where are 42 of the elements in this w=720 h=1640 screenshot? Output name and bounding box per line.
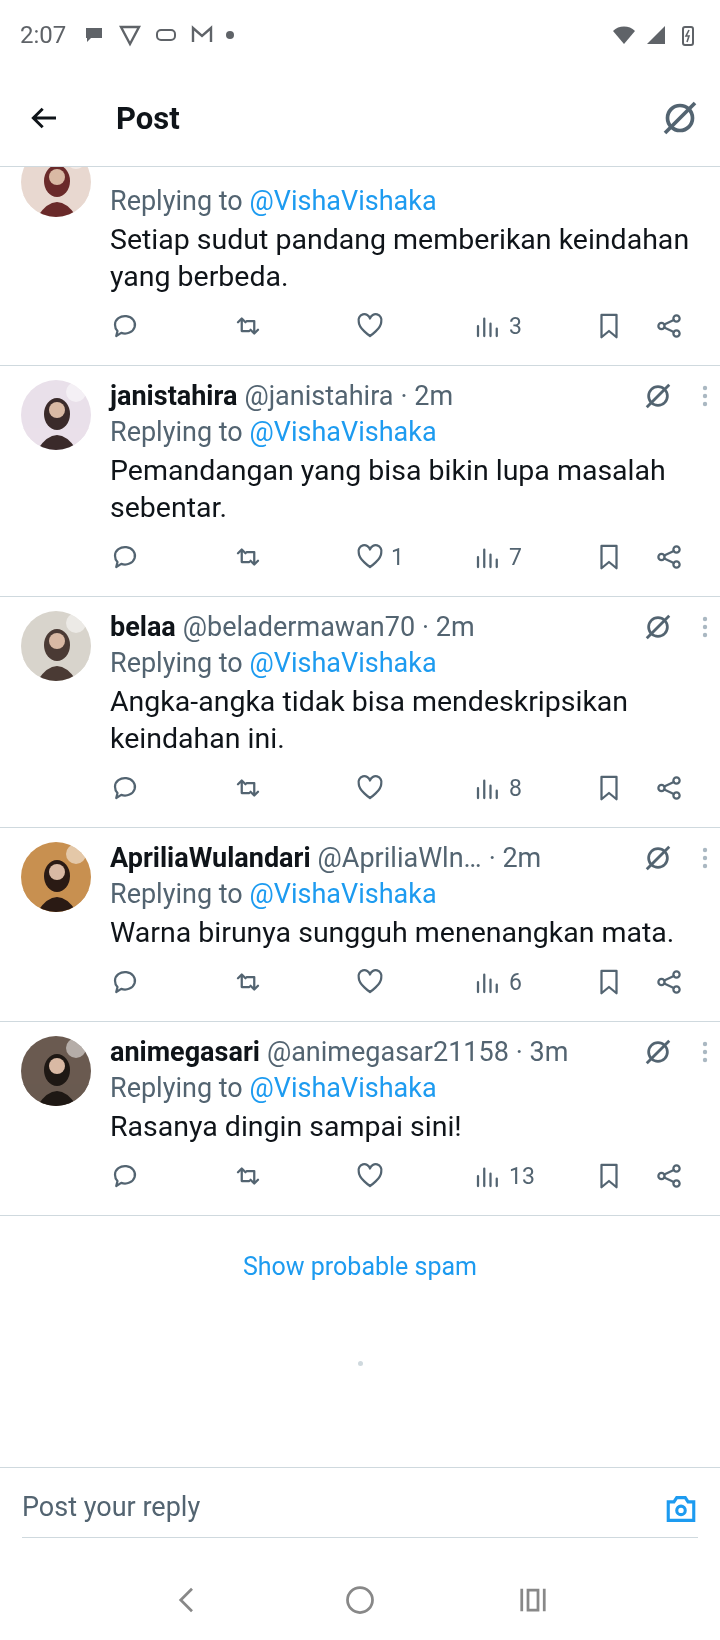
reply-text: Setiap sudut pandang memberikan keindahan yang berbeda. — [110, 222, 691, 295]
display-name[interactable]: janistahira — [110, 380, 238, 412]
slashed-circle-icon[interactable] — [643, 612, 673, 642]
like-count: 1 — [391, 543, 404, 571]
user-handle[interactable]: @janistahira — [244, 380, 394, 412]
view-count: 3 — [509, 312, 522, 340]
replying-to-text: Replying to @VishaVishaka — [110, 415, 438, 450]
reply-text: Angka-angka tidak bisa mendeskripsikan keindahan ini. — [110, 684, 630, 757]
user-handle[interactable]: @ApriliaWln… — [317, 842, 482, 874]
view-count: 8 — [509, 774, 522, 802]
post-time: · 2m — [400, 380, 454, 412]
slashed-circle-icon[interactable] — [643, 1037, 673, 1067]
replying-to-text: Replying to @VishaVishaka — [110, 646, 438, 681]
reply-text: Rasanya dingin sampai sini! — [110, 1109, 463, 1145]
replying-to-text: Replying to @VishaVishaka — [110, 184, 438, 219]
user-handle[interactable]: @animegasar21158 — [266, 1036, 509, 1068]
status-time: 2:07 — [20, 21, 67, 49]
reply-text: Pemandangan yang bisa bikin lupa masalah sebentar. — [110, 453, 667, 526]
display-name[interactable]: ApriliaWulandari — [110, 842, 311, 874]
page-title: Post — [116, 99, 180, 137]
share-icon[interactable] — [654, 773, 684, 803]
display-name[interactable]: belaa — [110, 611, 176, 643]
slashed-circle-icon[interactable] — [643, 843, 673, 873]
share-icon[interactable] — [654, 542, 684, 572]
share-icon[interactable] — [654, 311, 684, 341]
home-nav-icon[interactable] — [345, 1585, 375, 1615]
reply-text: Warna birunya sungguh menenangkan mata. — [110, 915, 676, 951]
view-count: 7 — [509, 543, 522, 571]
post-time: · 2m — [488, 842, 542, 874]
dot-icon — [226, 31, 235, 39]
loading-dot — [357, 1361, 363, 1366]
view-count: 6 — [509, 968, 522, 996]
share-icon[interactable] — [654, 1161, 684, 1191]
view-count: 13 — [509, 1162, 535, 1190]
display-name[interactable]: animegasari — [110, 1036, 260, 1068]
replying-to-text: Replying to @VishaVishaka — [110, 877, 438, 912]
post-time: · 2m — [422, 611, 475, 643]
share-icon[interactable] — [654, 967, 684, 997]
user-handle[interactable]: @beladermawan70 — [182, 611, 416, 643]
post-time: · 3m — [515, 1036, 569, 1068]
slashed-circle-icon[interactable] — [643, 381, 673, 411]
replying-to-text: Replying to @VishaVishaka — [110, 1071, 438, 1106]
